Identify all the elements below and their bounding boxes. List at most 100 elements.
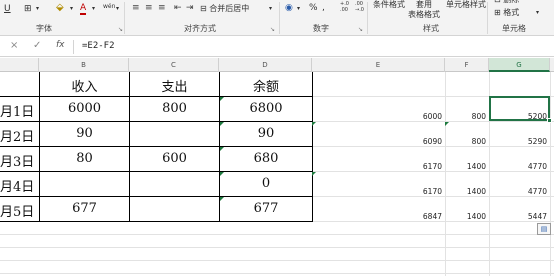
- formula-bar: × ✓ fx =E2-F2: [0, 37, 554, 57]
- underline-button[interactable]: U: [4, 4, 11, 14]
- table-border: [0, 221, 313, 222]
- calc-g-cell[interactable]: 4770: [489, 187, 547, 196]
- calc-e-cell[interactable]: 6170: [312, 187, 442, 196]
- column-header-f[interactable]: F: [445, 58, 489, 72]
- active-cell-selection[interactable]: [489, 96, 550, 121]
- date-cell[interactable]: 月4日: [0, 176, 39, 195]
- align-center-icon[interactable]: ≡: [145, 3, 153, 13]
- format-dropdown-icon[interactable]: ▾: [536, 8, 539, 18]
- calc-g-cell[interactable]: 4770: [489, 162, 547, 171]
- format-button[interactable]: ⊞ 格式: [494, 8, 519, 18]
- sheet-grid[interactable]: 收入 支出 余额 月1日 6000 800 6800 月2日 90 90 月3日…: [0, 72, 554, 276]
- income-cell[interactable]: 90: [40, 126, 129, 141]
- group-separator: [367, 2, 368, 34]
- calc-f-cell[interactable]: 800: [445, 137, 486, 146]
- row-gridline: [0, 247, 554, 248]
- table-border: [0, 171, 313, 172]
- calc-g-cell[interactable]: 5447: [489, 212, 547, 221]
- expense-cell[interactable]: 600: [130, 151, 219, 166]
- calc-e-cell[interactable]: 6170: [312, 162, 442, 171]
- error-indicator-icon[interactable]: [445, 122, 449, 126]
- conditional-format-button[interactable]: 条件格式: [373, 0, 405, 10]
- header-balance[interactable]: 余额: [220, 76, 312, 95]
- cell-style-button[interactable]: 单元格样式: [446, 0, 486, 10]
- delete-button[interactable]: ⊟ 删除: [494, 0, 519, 5]
- font-color-button[interactable]: A: [80, 4, 87, 15]
- alignment-dialog-launcher-icon[interactable]: ↘: [270, 26, 275, 33]
- header-income[interactable]: 收入: [40, 76, 129, 95]
- balance-cell[interactable]: 6800: [220, 101, 312, 116]
- formula-input[interactable]: =E2-F2: [82, 41, 115, 51]
- group-label-number: 数字: [313, 24, 329, 33]
- calc-g-cell[interactable]: 5290: [489, 137, 547, 146]
- function-icon[interactable]: fx: [56, 40, 65, 50]
- cancel-icon[interactable]: ×: [10, 40, 18, 51]
- accounting-dropdown-icon[interactable]: ▾: [297, 4, 300, 14]
- fill-dropdown-icon[interactable]: ▾: [70, 4, 73, 14]
- calc-e-cell[interactable]: 6847: [312, 212, 442, 221]
- align-left-icon[interactable]: ≡: [132, 3, 140, 13]
- merge-center-button[interactable]: ⊟ 合并后居中: [200, 4, 249, 14]
- indent-increase-icon[interactable]: ⇥: [186, 3, 194, 13]
- fill-handle[interactable]: [547, 118, 552, 123]
- table-border: [0, 146, 313, 147]
- align-right-icon[interactable]: ≡: [158, 3, 166, 13]
- borders-dropdown-icon[interactable]: ▾: [36, 4, 39, 14]
- error-indicator-icon[interactable]: [220, 197, 224, 201]
- calc-e-cell[interactable]: 6000: [312, 112, 442, 121]
- fill-color-icon[interactable]: ⬙: [56, 3, 64, 13]
- phonetic-dropdown-icon[interactable]: ▾: [116, 4, 119, 14]
- column-header-g[interactable]: G: [489, 58, 550, 72]
- number-dialog-launcher-icon[interactable]: ↘: [358, 26, 363, 33]
- date-cell[interactable]: 月1日: [0, 101, 39, 120]
- income-cell[interactable]: 677: [40, 201, 129, 216]
- merge-dropdown-icon[interactable]: ▾: [269, 4, 272, 14]
- date-cell[interactable]: 月3日: [0, 151, 39, 170]
- column-header-e[interactable]: E: [312, 58, 445, 72]
- font-dialog-launcher-icon[interactable]: ↘: [118, 26, 123, 33]
- borders-button[interactable]: ⊞: [24, 4, 32, 14]
- income-cell[interactable]: 80: [40, 151, 129, 166]
- calc-f-cell[interactable]: 1400: [445, 162, 486, 171]
- error-indicator-icon[interactable]: [312, 172, 316, 176]
- calc-f-cell[interactable]: 1400: [445, 212, 486, 221]
- column-header-c[interactable]: C: [129, 58, 219, 72]
- expense-cell[interactable]: 800: [130, 101, 219, 116]
- date-cell[interactable]: 月5日: [0, 201, 39, 220]
- calc-f-cell[interactable]: 1400: [445, 187, 486, 196]
- accounting-format-icon[interactable]: ◉: [285, 3, 293, 13]
- table-border: [312, 72, 313, 222]
- error-indicator-icon[interactable]: [220, 147, 224, 151]
- paste-options-icon[interactable]: ▤: [537, 223, 551, 235]
- balance-cell[interactable]: 90: [220, 126, 312, 141]
- phonetic-button[interactable]: wén: [103, 2, 115, 12]
- error-indicator-icon[interactable]: [220, 122, 224, 126]
- comma-button[interactable]: ,: [322, 3, 325, 13]
- increase-decimal-button[interactable]: +.0 .00: [340, 1, 354, 13]
- percent-button[interactable]: %: [309, 3, 318, 13]
- column-header-b[interactable]: B: [39, 58, 129, 72]
- error-indicator-icon[interactable]: [220, 172, 224, 176]
- group-label-cells: 单元格: [502, 24, 526, 33]
- error-indicator-icon[interactable]: [312, 122, 316, 126]
- font-color-dropdown-icon[interactable]: ▾: [92, 4, 95, 14]
- balance-cell[interactable]: 0: [220, 176, 312, 191]
- income-cell[interactable]: 6000: [40, 101, 129, 116]
- date-cell[interactable]: 月2日: [0, 126, 39, 145]
- confirm-icon[interactable]: ✓: [33, 40, 41, 51]
- group-label-alignment: 对齐方式: [184, 24, 216, 33]
- balance-cell[interactable]: 680: [220, 151, 312, 166]
- balance-cell[interactable]: 677: [220, 201, 312, 216]
- calc-e-cell[interactable]: 6090: [312, 137, 442, 146]
- table-format-button[interactable]: 套用 表格格式: [404, 0, 444, 20]
- column-header-d[interactable]: D: [219, 58, 312, 72]
- header-expense[interactable]: 支出: [130, 76, 219, 95]
- delete-label: 删除: [503, 0, 519, 4]
- row-gridline: [0, 234, 554, 235]
- column-header-a[interactable]: [0, 58, 39, 72]
- group-label-font: 字体: [36, 24, 52, 33]
- indent-decrease-icon[interactable]: ⇤: [174, 3, 182, 13]
- format-label: 格式: [503, 8, 520, 17]
- calc-f-cell[interactable]: 800: [445, 112, 486, 121]
- error-indicator-icon[interactable]: [220, 97, 224, 101]
